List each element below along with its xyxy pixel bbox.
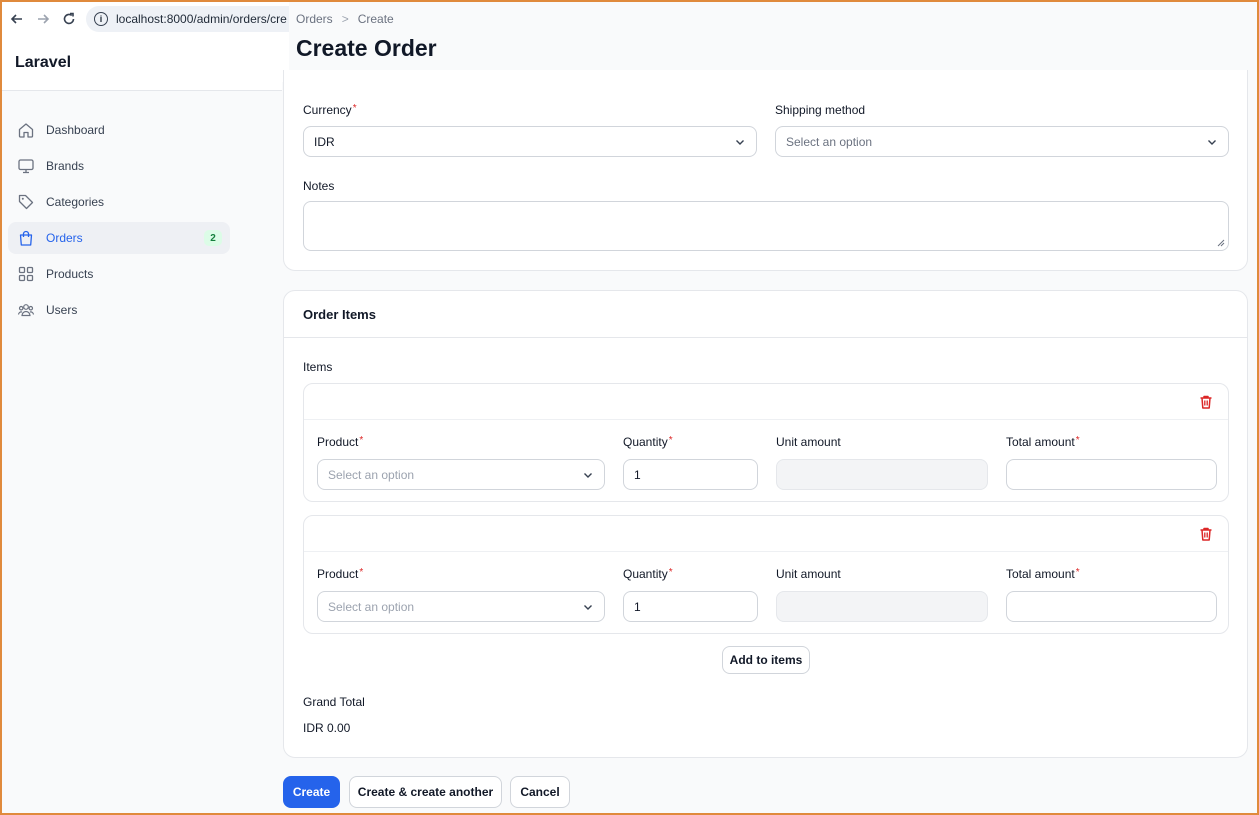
product-label-text: Product bbox=[317, 567, 359, 581]
sidebar-item-orders[interactable]: Orders 2 bbox=[8, 222, 230, 254]
required-marker: * bbox=[1075, 435, 1080, 446]
quantity-label: Quantity* bbox=[623, 567, 673, 581]
create-another-button[interactable]: Create & create another bbox=[349, 776, 502, 808]
url-text: localhost:8000/admin/orders/cre bbox=[116, 12, 287, 26]
quantity-input[interactable]: 1 bbox=[623, 591, 758, 622]
grand-total-value: IDR 0.00 bbox=[303, 721, 351, 735]
product-label-text: Product bbox=[317, 435, 359, 449]
sidebar-nav: Dashboard Brands Categories Orders 2 Pro… bbox=[8, 114, 230, 330]
create-button[interactable]: Create bbox=[283, 776, 340, 808]
currency-select[interactable]: IDR bbox=[303, 126, 757, 157]
sidebar-item-label: Users bbox=[46, 303, 78, 317]
page-title: Create Order bbox=[296, 35, 437, 61]
notes-textarea[interactable] bbox=[303, 201, 1229, 251]
currency-label-text: Currency bbox=[303, 103, 352, 117]
notes-label: Notes bbox=[303, 179, 335, 193]
currency-label: Currency* bbox=[303, 103, 357, 117]
info-icon[interactable]: i bbox=[94, 12, 108, 26]
total-amount-label-text: Total amount bbox=[1006, 435, 1075, 449]
order-items-title: Order Items bbox=[303, 307, 376, 322]
sidebar-item-label: Dashboard bbox=[46, 123, 105, 137]
total-amount-label: Total amount* bbox=[1006, 435, 1080, 449]
resize-handle-icon[interactable] bbox=[1217, 239, 1225, 247]
quantity-label-text: Quantity bbox=[623, 567, 668, 581]
address-bar[interactable]: i localhost:8000/admin/orders/cre bbox=[86, 6, 289, 32]
product-select[interactable]: Select an option bbox=[317, 459, 605, 490]
section-divider bbox=[284, 337, 1247, 338]
total-amount-label-text: Total amount bbox=[1006, 567, 1075, 581]
sidebar-item-label: Products bbox=[46, 267, 94, 281]
product-placeholder: Select an option bbox=[328, 467, 415, 482]
required-marker: * bbox=[359, 435, 364, 446]
product-placeholder: Select an option bbox=[328, 599, 415, 614]
items-label: Items bbox=[303, 360, 333, 374]
sidebar-item-users[interactable]: Users bbox=[8, 294, 230, 326]
sidebar-item-dashboard[interactable]: Dashboard bbox=[8, 114, 230, 146]
shipping-method-label: Shipping method bbox=[775, 103, 866, 117]
brand-logo[interactable]: Laravel bbox=[2, 36, 289, 91]
item-header bbox=[304, 516, 1228, 552]
quantity-label: Quantity* bbox=[623, 435, 673, 449]
total-amount-input[interactable] bbox=[1006, 591, 1217, 622]
currency-value: IDR bbox=[314, 134, 335, 149]
grand-total-label: Grand Total bbox=[303, 695, 365, 709]
back-icon[interactable] bbox=[6, 8, 28, 30]
product-label: Product* bbox=[317, 435, 363, 449]
home-icon bbox=[16, 120, 36, 140]
breadcrumb-orders[interactable]: Orders bbox=[296, 12, 333, 26]
order-item-row: Product* Select an option Quantity* 1 Un… bbox=[303, 383, 1229, 502]
product-label: Product* bbox=[317, 567, 363, 581]
required-marker: * bbox=[352, 103, 357, 114]
breadcrumb: Orders > Create bbox=[296, 12, 394, 26]
sidebar-item-categories[interactable]: Categories bbox=[8, 186, 230, 218]
sidebar-item-products[interactable]: Products bbox=[8, 258, 230, 290]
monitor-icon bbox=[16, 156, 36, 176]
required-marker: * bbox=[668, 435, 673, 446]
sidebar-item-label: Orders bbox=[46, 231, 83, 245]
trash-icon[interactable] bbox=[1198, 526, 1214, 542]
unit-amount-input bbox=[776, 459, 988, 490]
browser-toolbar: i localhost:8000/admin/orders/cre bbox=[2, 2, 289, 36]
chevron-down-icon bbox=[584, 472, 592, 478]
cancel-button[interactable]: Cancel bbox=[510, 776, 570, 808]
order-items-card: Order Items Items Product* Select an opt… bbox=[283, 290, 1248, 758]
quantity-value: 1 bbox=[634, 599, 641, 614]
chevron-down-icon bbox=[1208, 139, 1216, 145]
breadcrumb-create: Create bbox=[357, 12, 394, 26]
product-select[interactable]: Select an option bbox=[317, 591, 605, 622]
orders-count-badge: 2 bbox=[204, 230, 222, 246]
chevron-down-icon bbox=[736, 139, 744, 145]
trash-icon[interactable] bbox=[1198, 394, 1214, 410]
total-amount-input[interactable] bbox=[1006, 459, 1217, 490]
item-header bbox=[304, 384, 1228, 420]
chevron-down-icon bbox=[584, 604, 592, 610]
required-marker: * bbox=[668, 567, 673, 578]
order-item-row: Product* Select an option Quantity* 1 Un… bbox=[303, 515, 1229, 634]
sidebar-item-brands[interactable]: Brands bbox=[8, 150, 230, 182]
sidebar-item-label: Brands bbox=[46, 159, 85, 173]
quantity-label-text: Quantity bbox=[623, 435, 668, 449]
tag-icon bbox=[16, 192, 36, 212]
quantity-input[interactable]: 1 bbox=[623, 459, 758, 490]
unit-amount-label: Unit amount bbox=[776, 435, 841, 449]
required-marker: * bbox=[1075, 567, 1080, 578]
reload-icon[interactable] bbox=[58, 8, 80, 30]
unit-amount-label: Unit amount bbox=[776, 567, 841, 581]
sidebar: Dashboard Brands Categories Orders 2 Pro… bbox=[2, 91, 282, 813]
shipping-method-placeholder: Select an option bbox=[786, 134, 873, 149]
breadcrumb-separator: > bbox=[341, 12, 349, 26]
forward-icon[interactable] bbox=[32, 8, 54, 30]
grid-icon bbox=[16, 264, 36, 284]
shopping-bag-icon bbox=[16, 228, 36, 248]
shipping-method-select[interactable]: Select an option bbox=[775, 126, 1229, 157]
required-marker: * bbox=[359, 567, 364, 578]
users-icon bbox=[16, 300, 36, 320]
add-to-items-button[interactable]: Add to items bbox=[722, 646, 810, 674]
unit-amount-input bbox=[776, 591, 988, 622]
order-details-card: Currency* IDR Shipping method Select an … bbox=[283, 70, 1248, 271]
total-amount-label: Total amount* bbox=[1006, 567, 1080, 581]
quantity-value: 1 bbox=[634, 467, 641, 482]
sidebar-item-label: Categories bbox=[46, 195, 105, 209]
